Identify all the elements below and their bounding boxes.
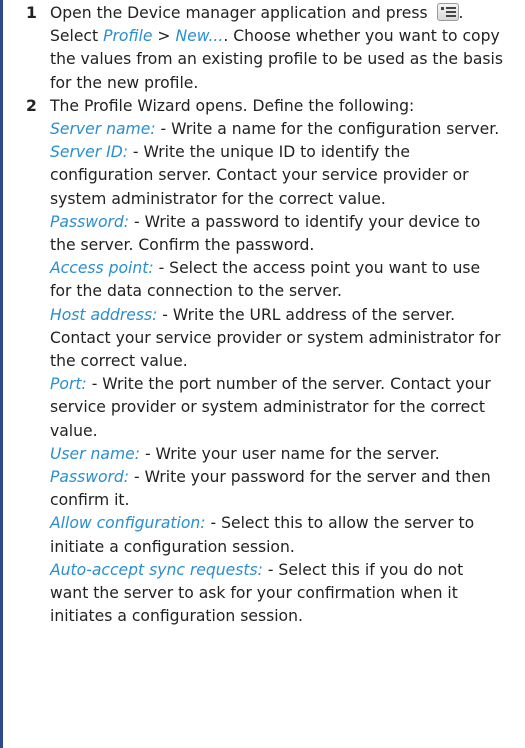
step-text: The Profile Wizard opens. Define the fol… — [50, 95, 506, 629]
setting-description: - Write your user name for the server. — [139, 444, 440, 463]
menu-path-separator: > — [157, 27, 171, 46]
setting-term: Server name: — [50, 120, 156, 139]
menu-path-new: New... — [175, 27, 224, 46]
setting-description: - Write the port number of the server. C… — [50, 375, 491, 440]
step-text-segment: . — [458, 4, 464, 22]
setting-term: User name: — [50, 444, 140, 463]
options-menu-icon — [436, 3, 459, 21]
setting-term: Allow configuration: — [50, 514, 206, 533]
setting-term: Access point: — [50, 259, 154, 278]
manual-page: 1 Open the Device manager application an… — [0, 0, 525, 748]
instructions: 1 Open the Device manager application an… — [26, 2, 506, 628]
step-2: 2 The Profile Wizard opens. Define the f… — [26, 95, 506, 629]
setting-term: Auto-accept sync requests: — [50, 560, 263, 579]
step-1: 1 Open the Device manager application an… — [26, 2, 506, 95]
step-intro: The Profile Wizard opens. Define the fol… — [50, 96, 415, 115]
setting-term: Password: — [50, 468, 130, 487]
setting-term: Port: — [50, 375, 87, 394]
setting-item: Allow configuration: - Select this to al… — [50, 512, 506, 558]
menu-path-profile: Profile — [103, 27, 153, 46]
setting-term: Server ID: — [50, 143, 128, 162]
setting-item: Auto-accept sync requests: - Select this… — [50, 559, 506, 629]
setting-item: Password: - Write your password for the … — [50, 466, 506, 512]
setting-item: Port: - Write the port number of the ser… — [50, 373, 506, 443]
step-text-segment: Open the Device manager application and … — [50, 4, 428, 22]
setting-item: Access point: - Select the access point … — [50, 257, 506, 303]
step-text-segment: Select — [50, 27, 99, 46]
setting-item: Server name: - Write a name for the conf… — [50, 118, 506, 141]
setting-item: Password: - Write a password to identify… — [50, 211, 506, 257]
setting-item: Server ID: - Write the unique ID to iden… — [50, 141, 506, 211]
setting-term: Password: — [50, 212, 130, 231]
step-number: 2 — [26, 96, 37, 115]
page-edge-bar — [0, 0, 3, 748]
step-number: 1 — [26, 4, 37, 22]
setting-item: Host address: - Write the URL address of… — [50, 304, 506, 374]
setting-item: User name: - Write your user name for th… — [50, 443, 506, 466]
step-text: Open the Device manager application and … — [50, 2, 506, 95]
setting-description: - Write a name for the configuration ser… — [155, 120, 500, 139]
step-text-segment: . Choose whether you want to — [223, 27, 458, 46]
setting-term: Host address: — [50, 305, 158, 324]
